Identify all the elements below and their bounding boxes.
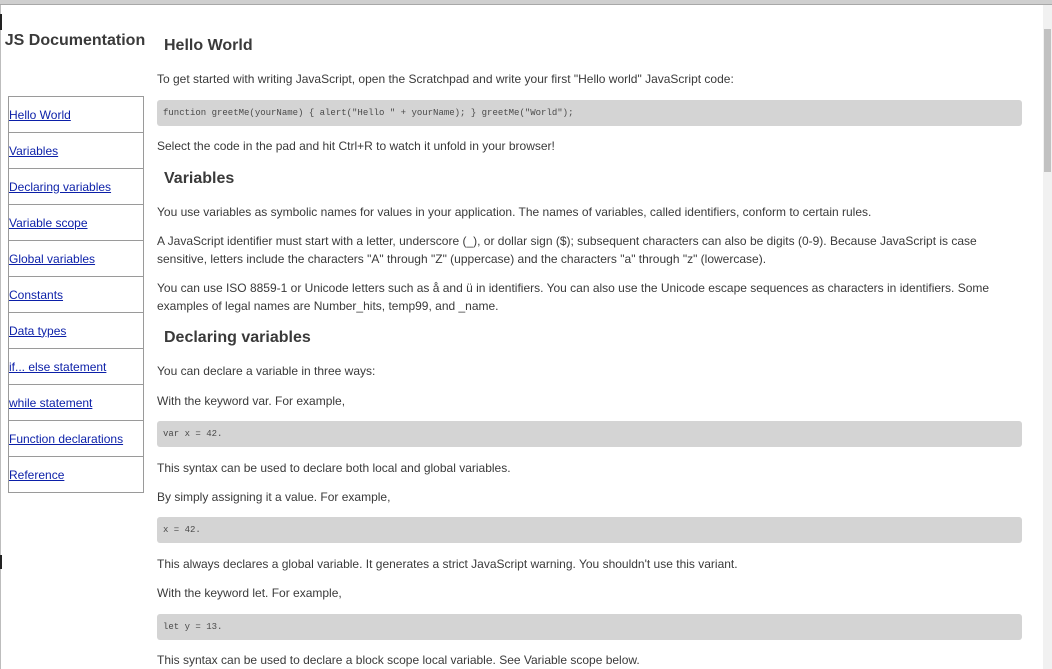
variables-paragraph-3: You can use ISO 8859-1 or Unicode letter… bbox=[157, 281, 990, 313]
navbar-list: Hello World Variables Declaring variable… bbox=[8, 96, 144, 493]
hello-intro-text: To get started with writing JavaScript, … bbox=[157, 72, 734, 86]
nav-item-while: while statement bbox=[8, 384, 144, 420]
nav-item-if-else: if... else statement bbox=[8, 348, 144, 384]
declaring-paragraph-2: With the keyword var. For example, bbox=[157, 394, 346, 408]
code-block-greetme[interactable]: function greetMe(yourName) { alert("Hell… bbox=[157, 100, 1022, 126]
section-heading-declaring-variables: Declaring variables bbox=[164, 329, 311, 346]
window-left-border bbox=[0, 5, 1, 669]
nav-item-hello-world: Hello World bbox=[8, 96, 144, 132]
nav-link-hello-world[interactable]: Hello World bbox=[9, 108, 71, 122]
code-block-let[interactable]: let y = 13. bbox=[157, 614, 1022, 640]
nav-link-variables[interactable]: Variables bbox=[9, 144, 58, 158]
scrollbar-thumb[interactable] bbox=[1044, 29, 1051, 172]
nav-link-data-types[interactable]: Data types bbox=[9, 324, 66, 338]
vertical-scrollbar[interactable] bbox=[1043, 5, 1052, 669]
code-block-var[interactable]: var x = 42. bbox=[157, 421, 1022, 447]
declaring-paragraph-1: You can declare a variable in three ways… bbox=[157, 364, 376, 378]
window-edge-mark bbox=[0, 14, 2, 30]
navbar-title: JS Documentation bbox=[4, 32, 146, 49]
nav-link-if-else[interactable]: if... else statement bbox=[9, 360, 106, 374]
nav-item-variables: Variables bbox=[8, 132, 144, 168]
declaring-paragraph-5: This always declares a global variable. … bbox=[157, 557, 738, 571]
nav-item-global-variables: Global variables bbox=[8, 240, 144, 276]
declaring-paragraph-4: By simply assigning it a value. For exam… bbox=[157, 490, 391, 504]
nav-link-reference[interactable]: Reference bbox=[9, 468, 64, 482]
navbar: JS Documentation Hello World Variables D… bbox=[5, 28, 145, 493]
window-top-border bbox=[0, 4, 1052, 5]
nav-link-declaring-variables[interactable]: Declaring variables bbox=[9, 180, 111, 194]
nav-item-data-types: Data types bbox=[8, 312, 144, 348]
nav-item-declaring-variables: Declaring variables bbox=[8, 168, 144, 204]
nav-link-variable-scope[interactable]: Variable scope bbox=[9, 216, 88, 230]
nav-link-while[interactable]: while statement bbox=[9, 396, 92, 410]
code-block-assign[interactable]: x = 42. bbox=[157, 517, 1022, 543]
nav-link-constants[interactable]: Constants bbox=[9, 288, 63, 302]
section-heading-hello-world: Hello World bbox=[164, 37, 253, 54]
nav-link-global-variables[interactable]: Global variables bbox=[9, 252, 95, 266]
declaring-paragraph-6: With the keyword let. For example, bbox=[157, 586, 342, 600]
declaring-paragraph-3: This syntax can be used to declare both … bbox=[157, 461, 511, 475]
nav-item-reference: Reference bbox=[8, 456, 144, 493]
declaring-paragraph-7: This syntax can be used to declare a blo… bbox=[157, 653, 640, 667]
section-heading-variables: Variables bbox=[164, 170, 235, 187]
nav-item-function-declarations: Function declarations bbox=[8, 420, 144, 456]
window-edge-mark bbox=[0, 555, 2, 569]
variables-paragraph-2: A JavaScript identifier must start with … bbox=[157, 234, 977, 266]
hello-outro-text: Select the code in the pad and hit Ctrl+… bbox=[157, 139, 555, 153]
nav-link-function-declarations[interactable]: Function declarations bbox=[9, 432, 123, 446]
nav-item-variable-scope: Variable scope bbox=[8, 204, 144, 240]
nav-item-constants: Constants bbox=[8, 276, 144, 312]
variables-paragraph-1: You use variables as symbolic names for … bbox=[157, 205, 872, 219]
